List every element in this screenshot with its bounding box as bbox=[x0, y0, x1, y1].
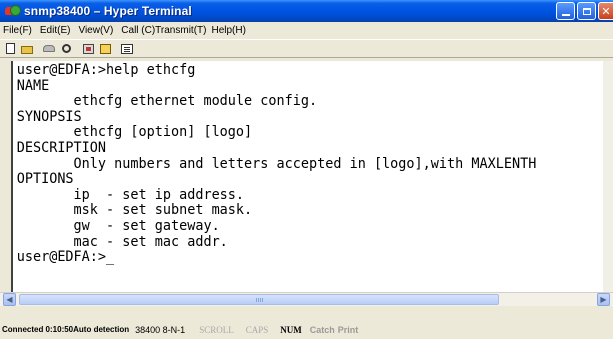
send-button[interactable] bbox=[80, 41, 96, 56]
num-indicator: NUM bbox=[280, 324, 302, 335]
terminal-line: Only numbers and letters accepted in [lo… bbox=[16, 155, 537, 172]
toolbar bbox=[0, 39, 613, 58]
grip-icon bbox=[256, 298, 264, 302]
open-icon bbox=[21, 46, 33, 54]
minimize-icon bbox=[561, 13, 570, 16]
call-icon bbox=[43, 45, 55, 52]
open-button[interactable] bbox=[19, 41, 35, 56]
terminal-line: SYNOPSIS bbox=[16, 108, 82, 125]
title-bar: snmp38400 – Hyper Terminal ✕ bbox=[0, 0, 613, 22]
vertical-scrollbar[interactable] bbox=[603, 61, 613, 292]
disconnect-icon bbox=[61, 43, 72, 54]
terminal-line: OPTIONS bbox=[16, 171, 74, 188]
menu-file[interactable]: File(F) bbox=[0, 25, 36, 36]
menu-view[interactable]: View(V) bbox=[74, 25, 117, 36]
menu-help[interactable]: Help(H) bbox=[210, 25, 249, 36]
terminal-line: DESCRIPTION bbox=[16, 139, 107, 156]
terminal-output[interactable]: user@EDFA:>help ethcfg NAME ethcfg ether… bbox=[11, 61, 603, 292]
caps-indicator: CAPS bbox=[245, 324, 269, 335]
receive-icon bbox=[99, 43, 111, 54]
connection-time: Connected 0:10:50 bbox=[2, 325, 74, 334]
receive-button[interactable] bbox=[97, 41, 113, 56]
call-button[interactable] bbox=[41, 41, 57, 56]
scroll-right-button[interactable]: ▶ bbox=[597, 293, 610, 306]
new-connection-button[interactable] bbox=[2, 41, 18, 56]
menu-edit[interactable]: Edit(E) bbox=[36, 25, 75, 36]
close-icon: ✕ bbox=[601, 4, 611, 18]
send-icon bbox=[82, 43, 94, 54]
properties-icon bbox=[121, 43, 133, 54]
menu-call[interactable]: Call (C) bbox=[117, 25, 155, 36]
maximize-icon bbox=[582, 7, 591, 15]
chevron-left-icon: ◀ bbox=[6, 295, 13, 304]
scroll-left-button[interactable]: ◀ bbox=[3, 293, 16, 306]
disconnect-button[interactable] bbox=[58, 41, 74, 56]
terminal-line: gw - set gateway. bbox=[16, 217, 220, 234]
terminal-line: mac - set mac addr. bbox=[16, 233, 228, 250]
scroll-indicator: SCROLL bbox=[199, 324, 234, 335]
print-indicator: Print bbox=[337, 324, 359, 335]
hyperterminal-app-icon[interactable] bbox=[5, 4, 21, 18]
menu-bar: File(F) Edit(E) View(V) Call (C) Transmi… bbox=[0, 22, 613, 39]
window-controls: ✕ bbox=[556, 2, 613, 20]
menu-transmit[interactable]: Transmit(T) bbox=[155, 25, 210, 36]
terminal-line: ethcfg ethernet module config. bbox=[16, 93, 318, 110]
detection-mode: Auto detection bbox=[73, 325, 130, 334]
horizontal-scrollbar[interactable]: ◀ ▶ bbox=[0, 292, 613, 306]
window-title: snmp38400 – Hyper Terminal bbox=[24, 4, 192, 18]
terminal-line: ip - set ip address. bbox=[16, 186, 245, 203]
maximize-button[interactable] bbox=[577, 2, 596, 20]
minimize-button[interactable] bbox=[556, 2, 575, 20]
new-icon bbox=[5, 43, 15, 54]
chevron-right-icon: ▶ bbox=[600, 295, 607, 304]
terminal-line: msk - set subnet mask. bbox=[16, 202, 253, 219]
status-bar: Connected 0:10:50 Auto detection 38400 8… bbox=[0, 320, 613, 339]
terminal-line: ethcfg [option] [logo] bbox=[16, 124, 253, 141]
close-button[interactable]: ✕ bbox=[598, 2, 613, 20]
terminal-prompt-line: user@EDFA:>_ bbox=[16, 249, 115, 266]
scrollbar-thumb[interactable] bbox=[19, 294, 499, 305]
baud-setting: 38400 8-N-1 bbox=[135, 324, 186, 335]
terminal-text: user@EDFA:>help ethcfg NAME ethcfg ether… bbox=[13, 61, 562, 266]
terminal-line: NAME bbox=[16, 77, 50, 94]
terminal-line: user@EDFA:>help ethcfg bbox=[16, 62, 196, 78]
capture-indicator: Catch bbox=[309, 324, 335, 335]
properties-button[interactable] bbox=[119, 41, 135, 56]
terminal-frame: user@EDFA:>help ethcfg NAME ethcfg ether… bbox=[0, 58, 613, 320]
